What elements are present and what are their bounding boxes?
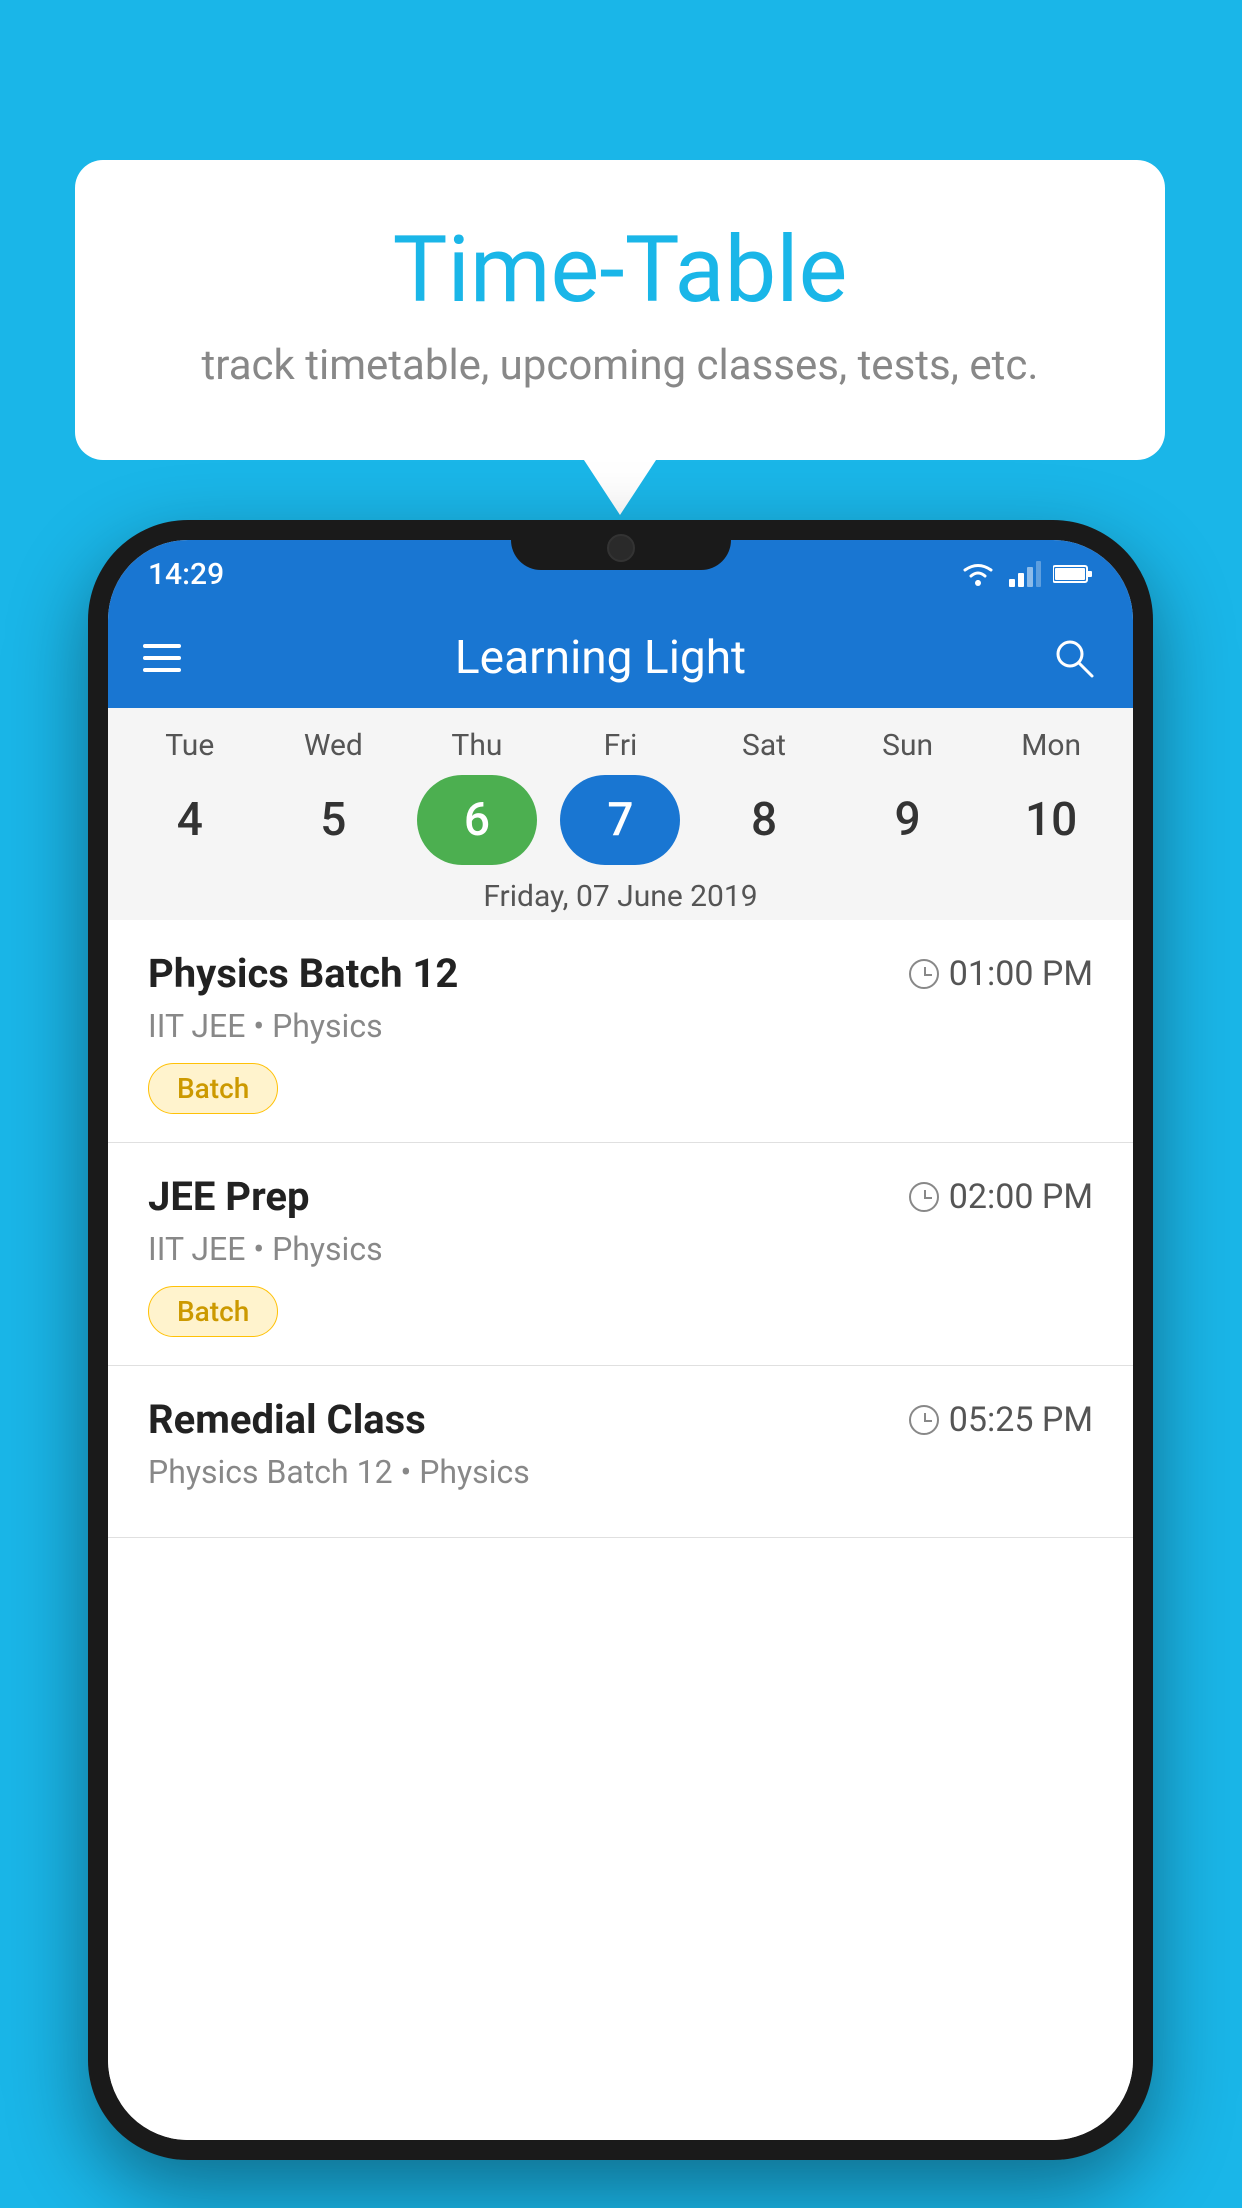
schedule-item-1-time-text: 01:00 PM [949, 954, 1093, 994]
search-icon [1050, 634, 1098, 682]
signal-icon [1009, 561, 1041, 587]
clock-icon-1 [909, 959, 939, 989]
app-bar: Learning Light [108, 608, 1133, 708]
hamburger-line-2 [143, 656, 181, 660]
status-icons [959, 560, 1093, 588]
day-numbers: 4 5 6 7 8 9 10 [108, 775, 1133, 865]
status-time: 14:29 [148, 557, 224, 592]
day-label-thu: Thu [417, 728, 537, 763]
day-label-mon: Mon [991, 728, 1111, 763]
batch-badge-2: Batch [148, 1286, 278, 1337]
day-label-wed: Wed [273, 728, 393, 763]
schedule-item-2[interactable]: JEE Prep 02:00 PM IIT JEE • Physics Batc… [108, 1143, 1133, 1366]
phone-screen: 14:29 [108, 540, 1133, 2140]
schedule-item-3-header: Remedial Class 05:25 PM [148, 1396, 1093, 1443]
calendar-strip: Tue Wed Thu Fri Sat Sun Mon 4 5 6 7 8 9 … [108, 708, 1133, 940]
phone-notch [511, 520, 731, 570]
schedule-item-2-time-text: 02:00 PM [949, 1177, 1093, 1217]
schedule-item-1[interactable]: Physics Batch 12 01:00 PM IIT JEE • Phys… [108, 920, 1133, 1143]
battery-icon [1053, 563, 1093, 585]
app-title: Learning Light [181, 631, 1020, 685]
day-label-sun: Sun [848, 728, 968, 763]
schedule-item-1-title: Physics Batch 12 [148, 950, 458, 997]
hamburger-line-3 [143, 668, 181, 672]
hamburger-line-1 [143, 644, 181, 648]
search-button[interactable] [1050, 634, 1098, 682]
day-5[interactable]: 5 [273, 775, 393, 865]
day-label-fri: Fri [560, 728, 680, 763]
schedule-item-3[interactable]: Remedial Class 05:25 PM Physics Batch 12… [108, 1366, 1133, 1538]
schedule-item-2-title: JEE Prep [148, 1173, 309, 1220]
bubble-title: Time-Table [115, 220, 1125, 321]
menu-button[interactable] [143, 644, 181, 672]
day-9[interactable]: 9 [848, 775, 968, 865]
day-label-tue: Tue [130, 728, 250, 763]
day-6-today[interactable]: 6 [417, 775, 537, 865]
schedule-list: Physics Batch 12 01:00 PM IIT JEE • Phys… [108, 920, 1133, 2140]
schedule-item-2-header: JEE Prep 02:00 PM [148, 1173, 1093, 1220]
schedule-item-2-time: 02:00 PM [909, 1177, 1093, 1217]
schedule-item-1-subtitle: IIT JEE • Physics [148, 1007, 1093, 1045]
front-camera [607, 534, 635, 562]
bubble-subtitle: track timetable, upcoming classes, tests… [115, 341, 1125, 390]
clock-icon-3 [909, 1405, 939, 1435]
phone-mockup: 14:29 [88, 520, 1153, 2160]
speech-bubble: Time-Table track timetable, upcoming cla… [75, 160, 1165, 460]
day-4[interactable]: 4 [130, 775, 250, 865]
day-8[interactable]: 8 [704, 775, 824, 865]
wifi-icon [959, 560, 997, 588]
schedule-item-3-time-text: 05:25 PM [949, 1400, 1093, 1440]
schedule-item-3-subtitle: Physics Batch 12 • Physics [148, 1453, 1093, 1491]
schedule-item-3-time: 05:25 PM [909, 1400, 1093, 1440]
day-7-selected[interactable]: 7 [560, 775, 680, 865]
day-label-sat: Sat [704, 728, 824, 763]
day-10[interactable]: 10 [991, 775, 1111, 865]
schedule-item-1-time: 01:00 PM [909, 954, 1093, 994]
batch-badge-1: Batch [148, 1063, 278, 1114]
day-labels: Tue Wed Thu Fri Sat Sun Mon [108, 728, 1133, 763]
schedule-item-3-title: Remedial Class [148, 1396, 426, 1443]
phone-frame: 14:29 [88, 520, 1153, 2160]
clock-icon-2 [909, 1182, 939, 1212]
schedule-item-2-subtitle: IIT JEE • Physics [148, 1230, 1093, 1268]
schedule-item-1-header: Physics Batch 12 01:00 PM [148, 950, 1093, 997]
